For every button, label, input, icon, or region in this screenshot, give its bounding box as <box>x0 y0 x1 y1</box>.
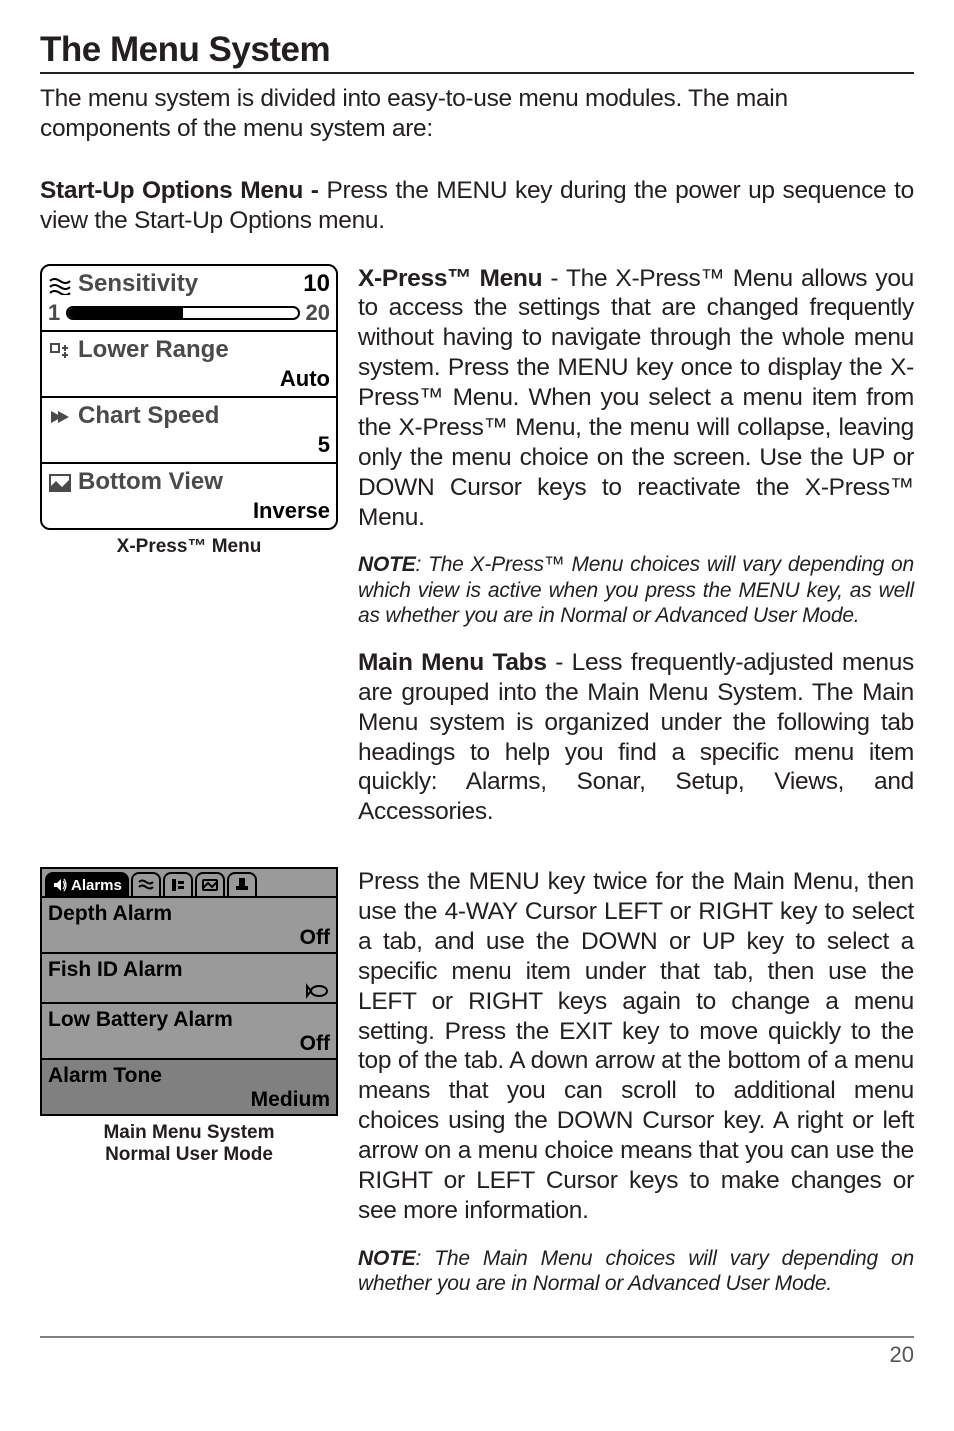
depth-alarm-value: Off <box>48 926 330 950</box>
chart-speed-icon <box>48 406 72 426</box>
mainmenu-caption-line1: Main Menu System <box>103 1122 274 1143</box>
mainmenu-caption-line2: Normal User Mode <box>105 1144 273 1165</box>
mainmenu-tabs-paragraph: Main Menu Tabs - Less frequently-adjuste… <box>358 648 914 827</box>
tab-accessories <box>227 872 257 896</box>
startup-paragraph: Start-Up Options Menu - Press the MENU k… <box>40 176 914 236</box>
chart-speed-value: 5 <box>318 432 330 458</box>
xpress-label: X-Press™ Menu <box>358 265 542 292</box>
bottom-view-icon <box>48 472 72 492</box>
mainmenu-figure: Alarms Depth Alarm Off <box>40 867 338 1116</box>
note1-label: NOTE <box>358 553 416 576</box>
chart-speed-label: Chart Speed <box>78 402 219 430</box>
sensitivity-value: 10 <box>303 270 330 298</box>
tab-sonar <box>131 872 161 896</box>
note2-text: : The Main Menu choices will vary depend… <box>358 1247 914 1295</box>
tab-views <box>195 872 225 896</box>
sensitivity-label: Sensitivity <box>78 270 198 298</box>
mainmenu-paragraph: Press the MENU key twice for the Main Me… <box>358 867 914 1226</box>
fish-id-value <box>48 982 330 1000</box>
fish-icon <box>306 982 330 1000</box>
xpress-text: - The X-Press™ Menu allows you to access… <box>358 265 914 531</box>
sonar-icon <box>138 877 154 893</box>
sensitivity-icon <box>48 274 72 294</box>
accessories-icon <box>234 877 250 893</box>
low-battery-label: Low Battery Alarm <box>48 1008 330 1032</box>
fish-id-label: Fish ID Alarm <box>48 958 330 982</box>
views-icon <box>202 877 218 893</box>
setup-icon <box>170 877 186 893</box>
alarm-tone-value: Medium <box>48 1088 330 1112</box>
footer-rule <box>40 1336 914 1338</box>
mainmenu-caption: Main Menu System Normal User Mode <box>40 1122 338 1166</box>
mainmenu-note: NOTE: The Main Menu choices will vary de… <box>358 1246 914 1296</box>
sensitivity-slider <box>66 304 299 322</box>
tab-alarms-label: Alarms <box>71 877 122 894</box>
tab-alarms: Alarms <box>45 872 129 896</box>
lower-range-label: Lower Range <box>78 336 229 364</box>
lower-range-icon <box>48 340 72 360</box>
page-number: 20 <box>40 1342 914 1368</box>
low-battery-value: Off <box>48 1032 330 1056</box>
xpress-menu-figure: Sensitivity 10 1 20 Lower Range <box>40 264 338 530</box>
lower-range-value: Auto <box>280 366 330 392</box>
xpress-note: NOTE: The X-Press™ Menu choices will var… <box>358 552 914 628</box>
tab-setup <box>163 872 193 896</box>
xpress-paragraph: X-Press™ Menu - The X-Press™ Menu allows… <box>358 264 914 533</box>
bottom-view-value: Inverse <box>253 498 330 524</box>
alarm-tone-label: Alarm Tone <box>48 1064 330 1088</box>
sensitivity-max: 20 <box>306 300 330 326</box>
mainmenu-tabs-label: Main Menu Tabs <box>358 649 547 676</box>
sensitivity-min: 1 <box>48 300 60 326</box>
intro-paragraph: The menu system is divided into easy-to-… <box>40 84 914 144</box>
note1-text: : The X-Press™ Menu choices will vary de… <box>358 553 914 626</box>
startup-label: Start-Up Options Menu - <box>40 177 326 204</box>
note2-label: NOTE <box>358 1247 416 1270</box>
xpress-caption: X-Press™ Menu <box>40 536 338 558</box>
speaker-icon <box>52 877 68 893</box>
bottom-view-label: Bottom View <box>78 468 223 496</box>
page-title: The Menu System <box>40 30 914 74</box>
depth-alarm-label: Depth Alarm <box>48 902 330 926</box>
